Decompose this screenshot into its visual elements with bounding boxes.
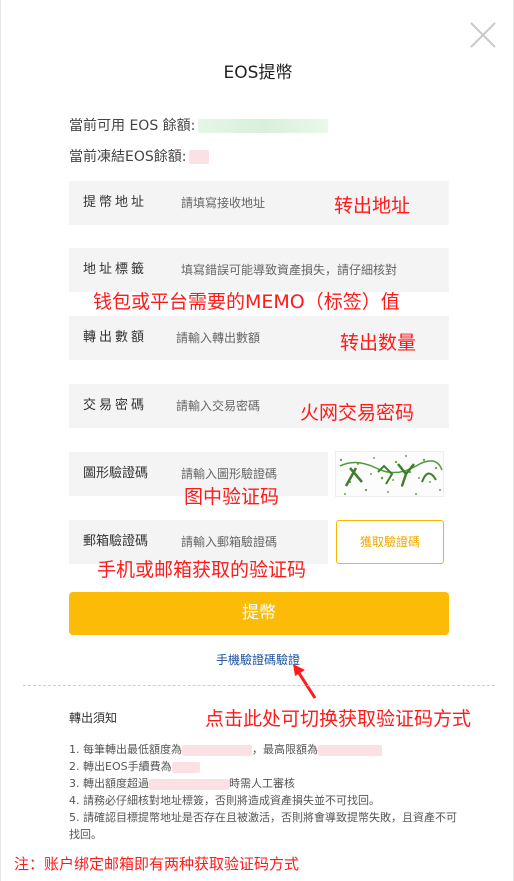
divider	[23, 685, 495, 686]
notice-item-text: 時需人工審核	[229, 777, 295, 790]
amount-input[interactable]: 請輸入轉出數額	[176, 316, 260, 360]
annotation-amount: 转出数量	[340, 332, 417, 354]
annotation-memo: 钱包或平台需要的MEMO（标签）值	[93, 291, 400, 313]
memo-label: 地址標籤	[83, 262, 148, 277]
annotation-footnote: 注：账户绑定邮箱即有两种获取验证码方式	[14, 855, 300, 873]
available-balance-label: 當前可用 EOS 餘額:	[69, 118, 196, 134]
memo-field[interactable]: 地址標籤 填寫錯誤可能導致資產損失，請仔細核對	[69, 248, 449, 292]
frozen-balance-value-redacted	[189, 150, 210, 164]
redacted-value	[171, 761, 200, 773]
notice-item: 3. 轉出額度超過 時需人工審核	[69, 775, 459, 792]
notice-item-text: 1. 每筆轉出最低額度為	[69, 743, 182, 756]
withdraw-dialog: EOS提幣 當前可用 EOS 餘額: 當前凍結EOS餘額: 提幣地址 請填寫接收…	[0, 0, 514, 881]
notice-item: 1. 每筆轉出最低額度為 ，最高限額為	[69, 741, 459, 758]
get-code-button[interactable]: 獲取驗證碼	[336, 520, 444, 564]
notice-item-text: 3. 轉出額度超過	[69, 777, 149, 790]
annotation-arrow-icon	[293, 664, 317, 699]
redacted-value	[182, 744, 252, 756]
frozen-balance-label: 當前凍結EOS餘額:	[69, 149, 187, 165]
notice-title: 轉出須知	[69, 711, 118, 725]
memo-input[interactable]: 填寫錯誤可能導致資產損失，請仔細核對	[181, 248, 397, 292]
redacted-value	[318, 744, 382, 756]
password-label: 交易密碼	[83, 398, 148, 413]
notice-item-text: 4. 請務必仔細核對地址標簽，否則將造成資產損失並不可找回。	[69, 794, 380, 807]
annotation-password: 火网交易密码	[300, 402, 415, 424]
available-balance-value-redacted	[198, 119, 329, 133]
password-input[interactable]: 請輸入交易密碼	[176, 384, 260, 428]
frozen-balance: 當前凍結EOS餘額:	[69, 146, 210, 166]
captcha-image[interactable]	[335, 451, 444, 497]
notice-item: 4. 請務必仔細核對地址標簽，否則將造成資產損失並不可找回。	[69, 792, 459, 809]
annotation-email-code: 手机或邮箱获取的验证码	[97, 559, 307, 581]
redacted-value	[149, 778, 229, 790]
annotation-captcha: 图中验证码	[184, 486, 280, 508]
close-icon[interactable]	[468, 20, 498, 50]
address-input[interactable]: 請填寫接收地址	[181, 181, 265, 225]
dialog-title: EOS提幣	[223, 63, 293, 83]
available-balance: 當前可用 EOS 餘額:	[69, 115, 329, 135]
notice-item: 2. 轉出EOS手續費為	[69, 758, 459, 775]
notice-item: 5. 請確認目標提幣地址是否存在且被激活，否則將會導致提幣失敗，且資產不可找回。	[69, 809, 459, 843]
notice-item-text: 5. 請確認目標提幣地址是否存在且被激活，否則將會導致提幣失敗，且資產不可找回。	[69, 811, 457, 841]
annotation-address: 转出地址	[334, 195, 411, 217]
withdraw-submit-button[interactable]: 提幣	[69, 592, 449, 635]
annotation-switch-method: 点击此处可切换获取验证码方式	[205, 708, 472, 730]
captcha-image-graphic	[339, 455, 443, 495]
phone-verify-link[interactable]: 手機驗證碼驗證	[1, 651, 514, 668]
captcha-label: 圖形驗證碼	[83, 466, 149, 481]
notice-list: 1. 每筆轉出最低額度為 ，最高限額為 2. 轉出EOS手續費為 3. 轉出額度超…	[69, 741, 459, 843]
address-label: 提幣地址	[83, 195, 148, 210]
notice-item-text: 2. 轉出EOS手續費為	[69, 760, 172, 773]
amount-label: 轉出數額	[83, 330, 148, 345]
notice-item-text: ，最高限額為	[252, 743, 318, 756]
